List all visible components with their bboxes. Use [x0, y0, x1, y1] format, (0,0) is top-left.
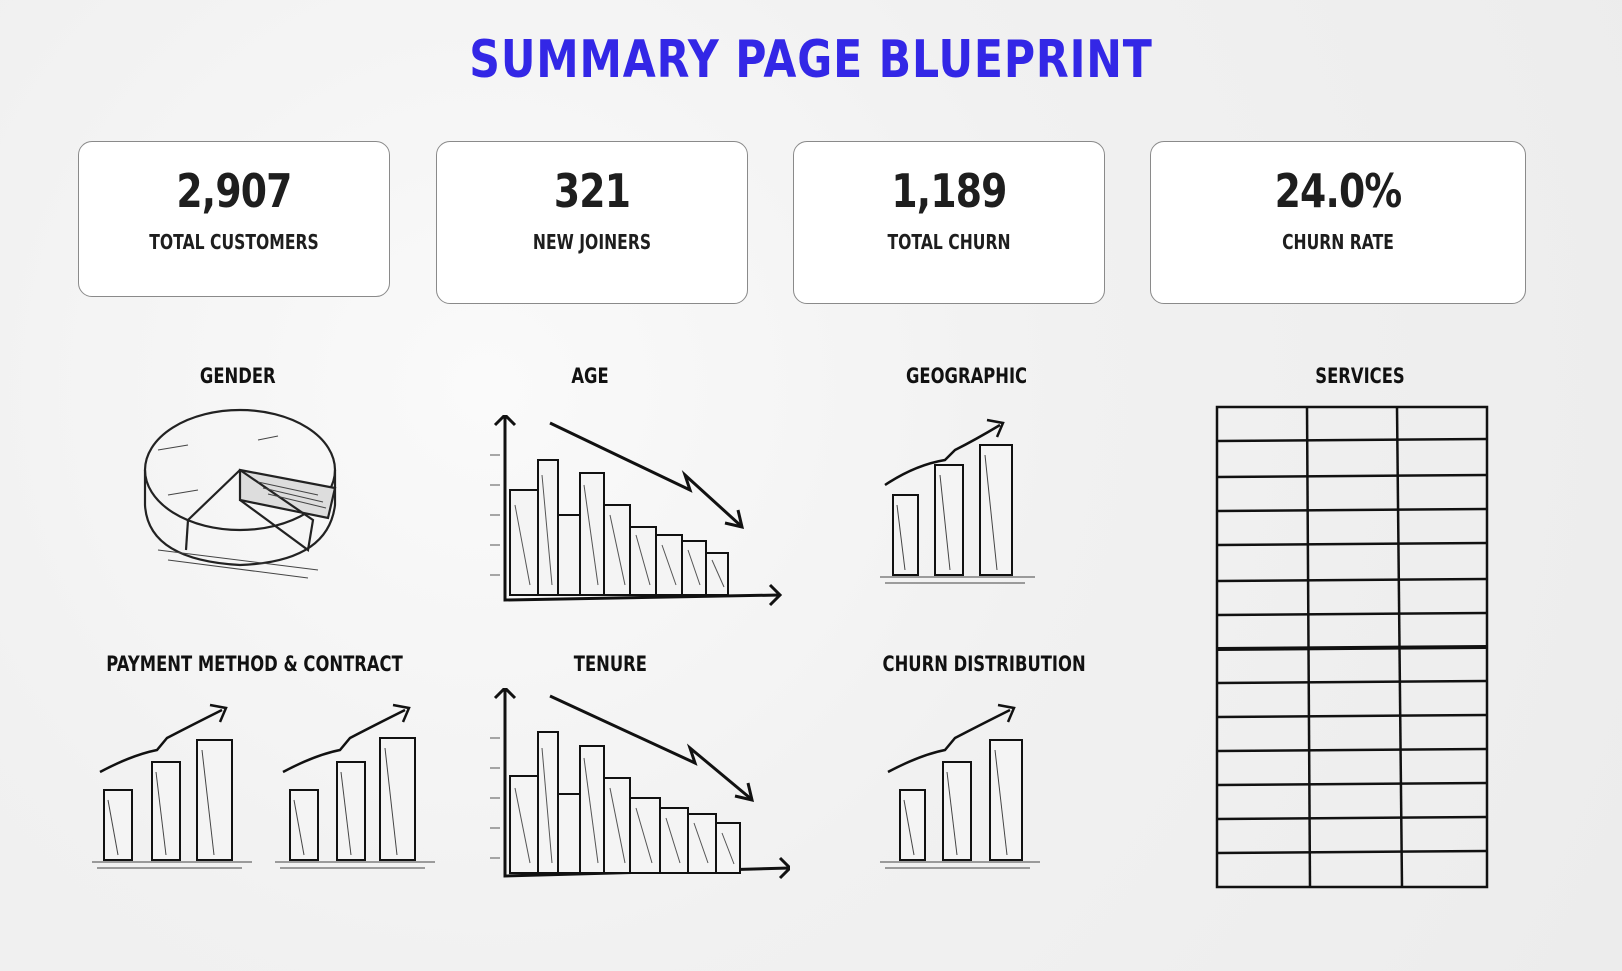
kpi-card-new-joiners: 321 NEW JOINERS	[436, 141, 748, 304]
kpi-label: TOTAL CUSTOMERS	[149, 230, 319, 254]
kpi-card-churn-rate: 24.0% CHURN RATE	[1150, 141, 1526, 304]
section-label-payment: PAYMENT METHOD & CONTRACT	[106, 652, 403, 676]
section-label-geographic: GEOGRAPHIC	[905, 364, 1028, 388]
kpi-card-total-churn: 1,189 TOTAL CHURN	[793, 141, 1105, 304]
section-label-services: SERVICES	[1315, 364, 1405, 388]
section-label-age: AGE	[571, 364, 609, 388]
kpi-label: NEW JOINERS	[532, 230, 652, 254]
page-title: SUMMARY PAGE BLUEPRINT	[469, 30, 1153, 90]
bar-chart-rising-sketch-icon	[92, 700, 262, 875]
kpi-card-total-customers: 2,907 TOTAL CUSTOMERS	[78, 141, 390, 297]
bar-chart-declining-sketch-icon	[480, 415, 790, 615]
table-sketch-icon	[1215, 405, 1500, 895]
kpi-value: 2,907	[176, 164, 292, 218]
kpi-value: 24.0%	[1274, 164, 1403, 218]
bar-chart-rising-sketch-icon	[275, 700, 445, 875]
bar-chart-rising-sketch-icon	[880, 700, 1050, 875]
pie-chart-sketch-icon	[128, 400, 358, 600]
bar-chart-declining-sketch-icon	[480, 688, 790, 888]
bar-chart-rising-sketch-icon	[875, 415, 1045, 595]
kpi-label: TOTAL CHURN	[887, 230, 1011, 254]
kpi-label: CHURN RATE	[1282, 230, 1394, 254]
section-label-churn-distribution: CHURN DISTRIBUTION	[882, 652, 1086, 676]
section-label-tenure: TENURE	[573, 652, 647, 676]
section-label-gender: GENDER	[199, 364, 276, 388]
kpi-value: 1,189	[891, 164, 1007, 218]
kpi-value: 321	[553, 164, 631, 218]
